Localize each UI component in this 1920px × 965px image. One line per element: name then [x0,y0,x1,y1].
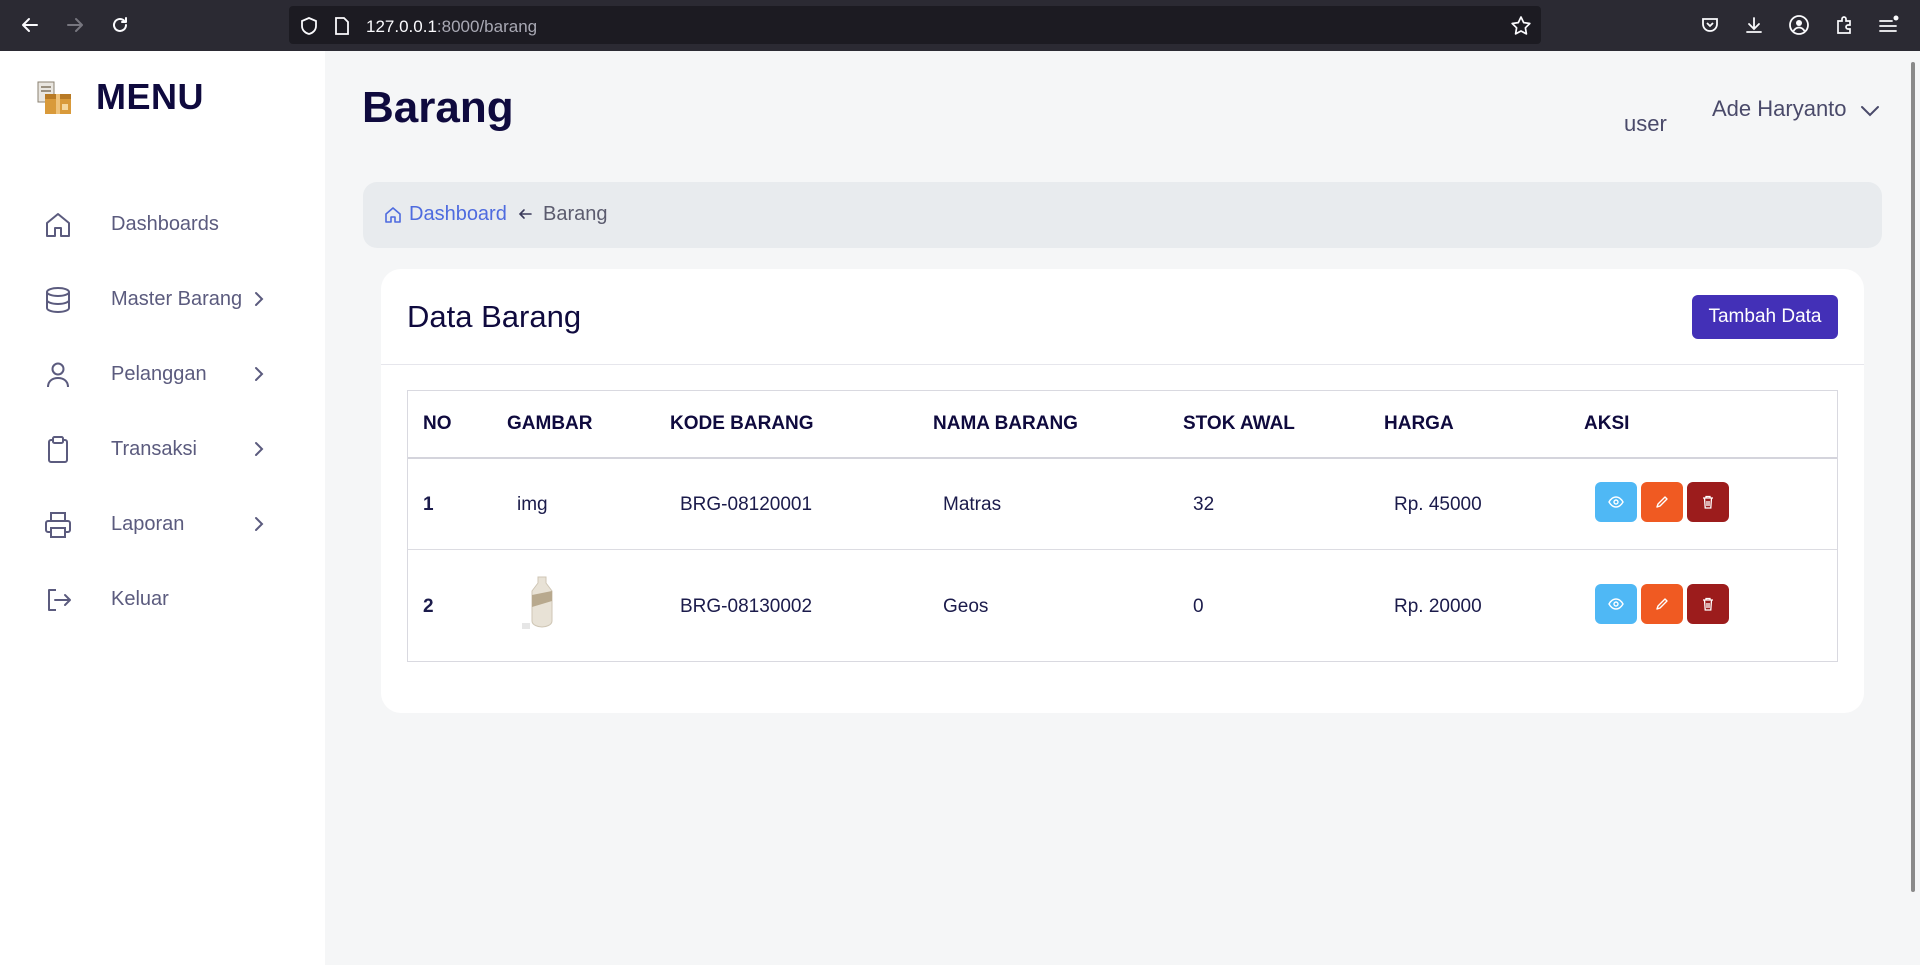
sidebar-item-label: Master Barang [111,288,243,310]
logo-icon [36,80,76,116]
clipboard-icon [42,434,74,466]
sidebar-item-laporan[interactable]: Laporan [0,493,325,553]
forward-arrow-icon[interactable] [62,12,88,38]
cell-no: 1 [423,494,434,515]
edit-button[interactable] [1641,482,1683,522]
scrollbar[interactable] [1911,62,1915,892]
card-title: Data Barang [407,299,582,334]
sidebar-item-label: Keluar [111,588,169,610]
sidebar-item-label: Transaksi [111,438,197,460]
browser-toolbar: 127.0.0.1:8000/barang [0,0,1920,51]
trash-icon [1703,495,1713,509]
printer-icon [42,509,74,541]
menu-icon[interactable] [1876,13,1900,37]
pocket-icon[interactable] [1698,13,1722,37]
sidebar-item-master-barang[interactable]: Master Barang [0,268,325,328]
view-button[interactable] [1595,482,1637,522]
data-card: Data Barang Tambah Data NO GAMBAR KODE B… [381,269,1864,713]
cell-no: 2 [423,596,434,617]
column-header: GAMBAR [507,413,593,434]
user-menu[interactable]: Ade Haryanto [1712,96,1847,122]
download-icon[interactable] [1742,13,1766,37]
chevron-right-icon [250,290,268,308]
shield-icon[interactable] [298,15,320,37]
cell-nama: Geos [943,596,989,617]
trash-icon [1703,597,1713,611]
column-header: STOK AWAL [1183,413,1295,434]
sidebar-item-dashboards[interactable]: Dashboards [0,193,325,253]
back-arrow-icon[interactable] [17,12,43,38]
sidebar-item-pelanggan[interactable]: Pelanggan [0,343,325,403]
user-icon [42,359,74,391]
menu-title: MENU [96,76,204,117]
view-button[interactable] [1595,584,1637,624]
home-icon [42,209,74,241]
chevron-right-icon [250,440,268,458]
edit-button[interactable] [1641,584,1683,624]
address-bar[interactable]: 127.0.0.1:8000/barang [289,6,1541,44]
sidebar-item-label: Pelanggan [111,363,207,385]
logout-icon [42,584,74,616]
cell-harga: Rp. 45000 [1394,494,1482,515]
page-title: Barang [362,83,514,132]
pencil-icon [1656,598,1668,610]
delete-button[interactable] [1687,482,1729,522]
add-data-button[interactable]: Tambah Data [1692,295,1838,339]
arrow-left-icon [517,206,533,222]
breadcrumb: Dashboard Barang [363,182,1882,248]
column-header: AKSI [1584,413,1630,434]
user-role: user [1624,111,1667,136]
cell-stok: 0 [1193,596,1204,617]
cell-kode: BRG-08120001 [680,494,813,515]
page-icon[interactable] [331,15,353,37]
eye-icon [1608,496,1624,508]
chevron-right-icon [250,515,268,533]
column-header: NO [423,413,452,434]
row-divider [408,549,1837,550]
url-text: 127.0.0.1:8000/barang [366,17,538,36]
cell-nama: Matras [943,494,1002,515]
cell-stok: 32 [1193,494,1215,515]
cell-image-alt: img [517,494,548,515]
items-table: NO GAMBAR KODE BARANG NAMA BARANG STOK A… [407,390,1838,662]
sidebar-item-transaksi[interactable]: Transaksi [0,418,325,478]
delete-button[interactable] [1687,584,1729,624]
product-image [518,573,568,633]
chevron-right-icon [250,365,268,383]
eye-icon [1608,598,1624,610]
reload-icon[interactable] [107,12,133,38]
column-header: KODE BARANG [670,413,814,434]
sidebar-item-label: Dashboards [111,213,219,235]
divider [381,364,1864,365]
chevron-down-icon[interactable] [1859,100,1881,122]
sidebar-item-keluar[interactable]: Keluar [0,568,325,628]
pencil-icon [1656,496,1668,508]
account-icon[interactable] [1787,13,1811,37]
extensions-icon[interactable] [1832,13,1856,37]
home-icon[interactable] [383,205,403,225]
star-icon[interactable] [1510,15,1532,37]
column-header: NAMA BARANG [933,413,1078,434]
cell-harga: Rp. 20000 [1394,596,1482,617]
header-divider [408,457,1837,459]
database-icon [42,284,74,316]
cell-kode: BRG-08130002 [680,596,813,617]
breadcrumb-link-dashboard[interactable]: Dashboard [409,203,507,226]
breadcrumb-current: Barang [543,203,608,225]
column-header: HARGA [1384,413,1454,434]
sidebar-item-label: Laporan [111,513,185,535]
sidebar: MENU Dashboards Master Barang Pelanggan … [0,51,325,965]
